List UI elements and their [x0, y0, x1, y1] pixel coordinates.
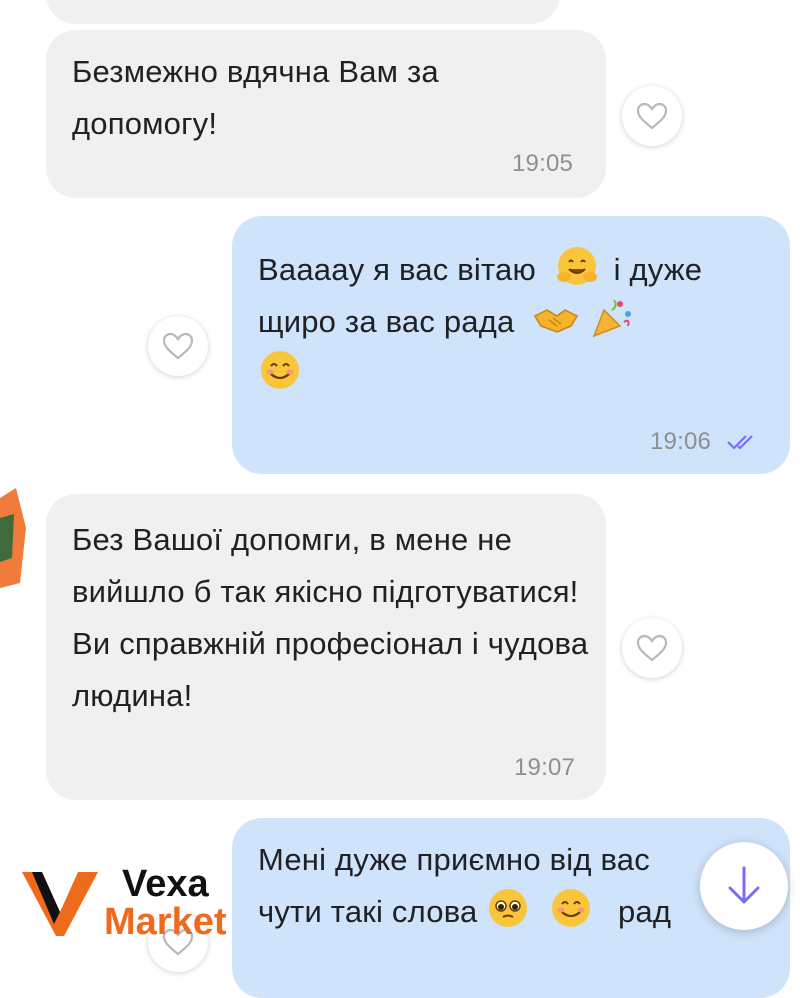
like-button[interactable]: [622, 618, 682, 678]
pleading-face-icon: [486, 886, 528, 927]
message-text-part: рад: [617, 894, 672, 929]
heart-outline-icon: [636, 102, 668, 130]
message-text: Безмежно вдячна Вам за допомогу!: [72, 54, 439, 141]
scroll-down-button[interactable]: [700, 842, 788, 930]
heart-outline-icon: [636, 634, 668, 662]
message-time: 19:05: [512, 150, 574, 177]
party-popper-icon: [590, 296, 632, 338]
smiling-face-icon: [549, 886, 591, 927]
message-text: Без Вашої допомги, в мене не вийшло б та…: [72, 522, 589, 713]
hugging-face-icon: [555, 244, 597, 285]
message-bubble-incoming[interactable]: Безмежно вдячна Вам за допомогу! 19:05: [46, 30, 606, 198]
message-bubble-incoming[interactable]: Без Вашої допомги, в мене не вийшло б та…: [46, 494, 606, 800]
handshake-icon: [531, 300, 579, 340]
message-text-part: Мені дуже приємно від вас: [258, 842, 650, 877]
watermark-logo: Vexa Market: [20, 862, 260, 943]
logo-text-market: Market: [104, 901, 227, 943]
message-text-part: і дуже: [613, 252, 703, 287]
v-logo-icon: [22, 872, 98, 936]
message-text-part: чути такі слова: [258, 894, 478, 929]
heart-outline-icon: [162, 332, 194, 360]
arrow-down-icon: [728, 866, 760, 904]
message-text-part: Вааааy я вас вітаю: [258, 252, 536, 287]
message-time: 19:07: [514, 754, 576, 781]
double-check-icon: [727, 435, 753, 450]
like-button[interactable]: [622, 86, 682, 146]
side-decoration: [0, 488, 26, 588]
message-text-part: щиро за вас рада: [258, 304, 515, 339]
message-time: 19:06: [650, 428, 712, 455]
message-bubble-outgoing[interactable]: Вааааy я вас вітаю і дуже щиро за вас ра…: [232, 216, 790, 474]
message-bubble-partial: [46, 0, 560, 24]
message-text: Вааааy я вас вітаю і дуже щиро за вас ра…: [258, 244, 778, 400]
like-button[interactable]: [148, 316, 208, 376]
smiling-face-icon: [258, 348, 299, 389]
